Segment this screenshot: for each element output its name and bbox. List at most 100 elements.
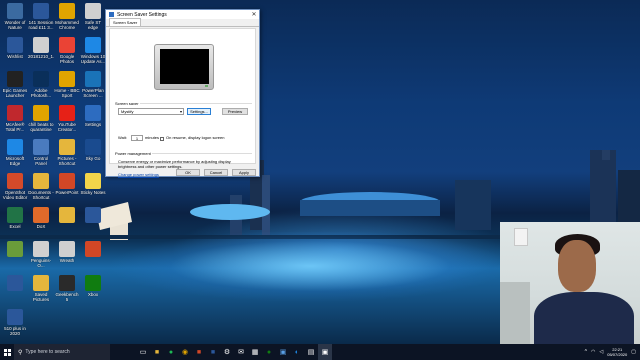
desktop-icon[interactable]: Excel [2, 207, 28, 234]
powerpoint-icon[interactable]: ■ [192, 344, 206, 360]
desktop-icon[interactable]: Mohammed Chrome [54, 3, 80, 30]
desktop-icon[interactable]: YouTube Creator... [54, 105, 80, 132]
person-head [558, 240, 596, 292]
desktop-icon[interactable]: Xbox [80, 275, 106, 302]
desktop-icon[interactable]: Control Panel [28, 139, 54, 166]
desktop-icon[interactable]: Pictures - Shortcut [54, 139, 80, 166]
word-icon[interactable]: ■ [206, 344, 220, 360]
calendar-icon[interactable]: ▦ [248, 344, 262, 360]
start-button[interactable] [0, 344, 14, 360]
desktop-icon[interactable]: Google Photos [54, 37, 80, 64]
clock[interactable]: 22:21 05/07/2020 [607, 347, 627, 357]
settings-button[interactable]: Settings... [187, 108, 211, 115]
taskbar-search-box[interactable]: ⚲ Type here to search [14, 344, 110, 360]
desktop-icon[interactable]: chill beats to quarantine to [28, 105, 54, 132]
desktop-icon-label: Google Photos [59, 54, 75, 64]
spotify-icon[interactable]: ● [164, 344, 178, 360]
tab-screen-saver[interactable]: Screen Saver [109, 18, 142, 26]
screen-saver-icon[interactable]: ▣ [318, 344, 332, 360]
desktop-icon-label: Xbox [87, 292, 99, 297]
desktop-icon[interactable]: PowerPoint [54, 173, 80, 200]
power-group-label: Power management [115, 151, 151, 156]
chrome-icon[interactable]: ◉ [178, 344, 192, 360]
resume-logon-checkbox[interactable] [160, 137, 164, 141]
mail-icon[interactable]: ✉ [234, 344, 248, 360]
desktop-icon[interactable]: Wishlist [2, 37, 28, 64]
desktop-icon-label: Wonder of Nature [4, 20, 26, 30]
preview-screen [160, 49, 209, 84]
chevron-up-icon[interactable]: ^ [585, 349, 587, 355]
close-icon[interactable]: ✕ [249, 11, 259, 18]
desktop-icon[interactable]: Windows 10 Update As... [80, 37, 106, 64]
cancel-button[interactable]: Cancel [204, 169, 228, 176]
desktop-icon[interactable]: Geekbench 5 [54, 275, 80, 302]
water-lights [110, 232, 500, 302]
settings-icon[interactable]: ⚙ [220, 344, 234, 360]
desktop-icon[interactable]: 141 Session road £11 3... [28, 3, 54, 30]
word-doc-icon [33, 3, 49, 19]
photos-icon[interactable]: ▣ [276, 344, 290, 360]
desktop-icon-label: Penguins-O... [30, 258, 52, 268]
desktop-icon[interactable] [54, 207, 80, 234]
desktop-icon[interactable]: OpenShot Video Editor [2, 173, 28, 200]
desktop-icon-label [80, 224, 106, 234]
desktop-icon[interactable]: Adobe Photosh... [28, 71, 54, 98]
desktop-icon[interactable]: McAfee® Total Pr... [2, 105, 28, 132]
desktop-icon[interactable] [80, 207, 106, 234]
webcam-overlay [500, 222, 640, 344]
desktop-icon[interactable]: Home - BBC Sport [54, 71, 80, 98]
desktop-icon[interactable]: Penguins-O... [28, 241, 54, 268]
desktop-icon[interactable]: PowerPlan Screen ... [80, 71, 106, 98]
word-doc-icon [7, 37, 23, 53]
wait-label: Wait: [118, 135, 127, 140]
desktop-icon[interactable]: Epic Games Launcher [2, 71, 28, 98]
windows-logo-icon [3, 348, 11, 356]
desktop-icon[interactable]: Wonder of Nature [2, 3, 28, 30]
volume-icon[interactable]: ◁ [599, 349, 603, 355]
desktop-icon[interactable]: Sticky Notes [80, 173, 106, 200]
notifications-icon[interactable]: ▢ [631, 349, 636, 355]
chrome-icon [59, 3, 75, 19]
wait-minutes-spinner[interactable]: 1 [131, 135, 143, 141]
xbox-icon[interactable]: ● [262, 344, 276, 360]
desktop-icon-label: Pictures - Shortcut [57, 156, 77, 166]
youtube-icon [59, 105, 75, 121]
network-icon[interactable]: ◠ [591, 349, 595, 355]
powerpoint-icon [59, 173, 75, 189]
power-description: Conserve energy or maximize performance … [118, 159, 231, 169]
change-power-settings-link[interactable]: Change power settings [118, 172, 159, 177]
desktop-icon[interactable]: Safe ST edge Shortcut [80, 3, 106, 30]
desktop-icon[interactable]: 510 plus in 2020 [2, 309, 28, 336]
desktop-icon[interactable] [2, 275, 28, 302]
file-explorer-icon[interactable]: ■ [150, 344, 164, 360]
desktop-icon[interactable]: 20181210_1... [28, 37, 54, 64]
desktop-icon[interactable]: Microsoft Edge [2, 139, 28, 166]
screen-saver-select[interactable]: Mystify ▾ [118, 108, 184, 115]
store-icon[interactable]: ▤ [304, 344, 318, 360]
desktop-icon[interactable]: Settings [80, 105, 106, 132]
desktop-icon[interactable]: Saved Pictures [28, 275, 54, 302]
desktop-icon[interactable]: Sky Go [80, 139, 106, 166]
document-icon [85, 3, 101, 19]
ok-button[interactable]: OK [176, 169, 200, 176]
desktop-icon-label [80, 258, 106, 268]
person-body [534, 292, 634, 344]
preview-button[interactable]: Preview [222, 108, 248, 115]
desktop-icon[interactable]: DoX [28, 207, 54, 234]
desktop-icon-label: Wreath [59, 258, 75, 263]
screen-saver-dialog: Screen Saver Settings ✕ Screen Saver Scr… [105, 9, 260, 177]
powerpoint-icon [85, 241, 101, 257]
edge-icon[interactable]: ◐ [290, 344, 304, 360]
sticky-notes-icon [85, 173, 101, 189]
apply-button[interactable]: Apply [232, 169, 256, 176]
desktop-icon-label: Adobe Photosh... [30, 88, 52, 98]
desktop-icon-label: Geekbench 5 [55, 292, 79, 302]
selected-saver: Mystify [121, 109, 134, 114]
task-view-icon[interactable]: ▭ [136, 344, 150, 360]
google-photos-icon [59, 37, 75, 53]
folder-icon [33, 275, 49, 291]
desktop-icon[interactable] [80, 241, 106, 268]
desktop-icon[interactable]: Wreath [54, 241, 80, 268]
desktop-icon[interactable] [2, 241, 28, 268]
desktop-icon[interactable]: Documents - Shortcut [28, 173, 54, 200]
